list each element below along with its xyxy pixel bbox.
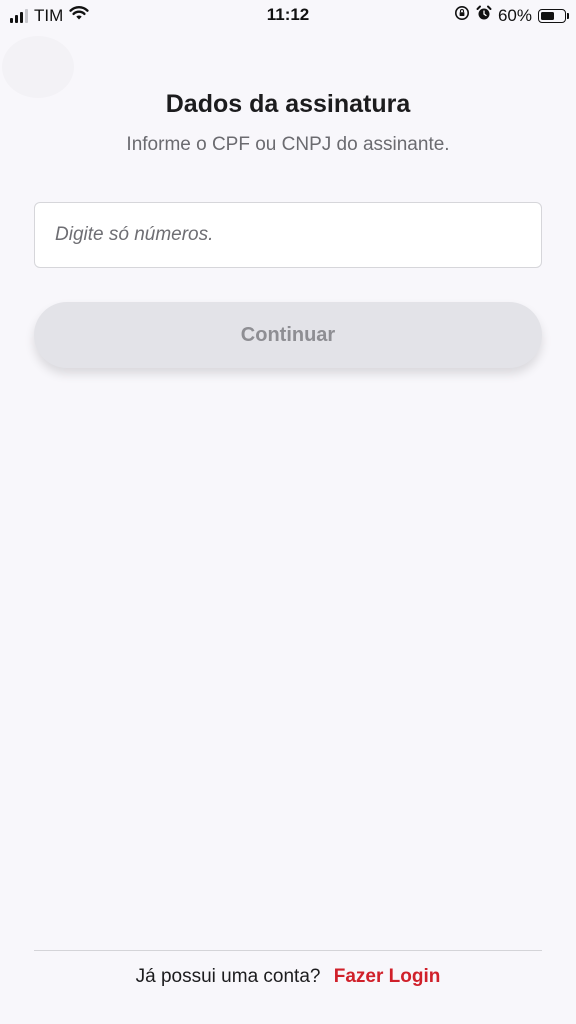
orientation-lock-icon (454, 5, 470, 26)
page-title: Dados da assinatura (165, 90, 411, 118)
continue-button[interactable]: Continuar (34, 302, 542, 368)
alarm-icon (476, 5, 492, 26)
battery-percent: 60% (497, 5, 532, 25)
footer-question: Já possui uma conta? (135, 966, 321, 987)
battery-nub (567, 12, 569, 19)
status-bar-right: 60% (454, 5, 569, 26)
footer-divider (34, 950, 542, 951)
signal-icon (10, 8, 28, 23)
back-button-placeholder[interactable] (2, 36, 74, 98)
cpf-cnpj-input[interactable] (34, 202, 542, 268)
wifi-icon (69, 5, 89, 26)
status-bar-left: TIM (10, 5, 89, 26)
status-bar: TIM 11:12 60% (0, 0, 576, 32)
login-link[interactable]: Fazer Login (334, 966, 441, 987)
battery-icon (538, 8, 569, 23)
battery-level-fill (541, 11, 554, 20)
footer: Já possui uma conta? Fazer Login (0, 966, 576, 988)
page-subtitle: Informe o CPF ou CNPJ do assinante. (126, 134, 450, 155)
carrier-label: TIM (34, 5, 64, 25)
